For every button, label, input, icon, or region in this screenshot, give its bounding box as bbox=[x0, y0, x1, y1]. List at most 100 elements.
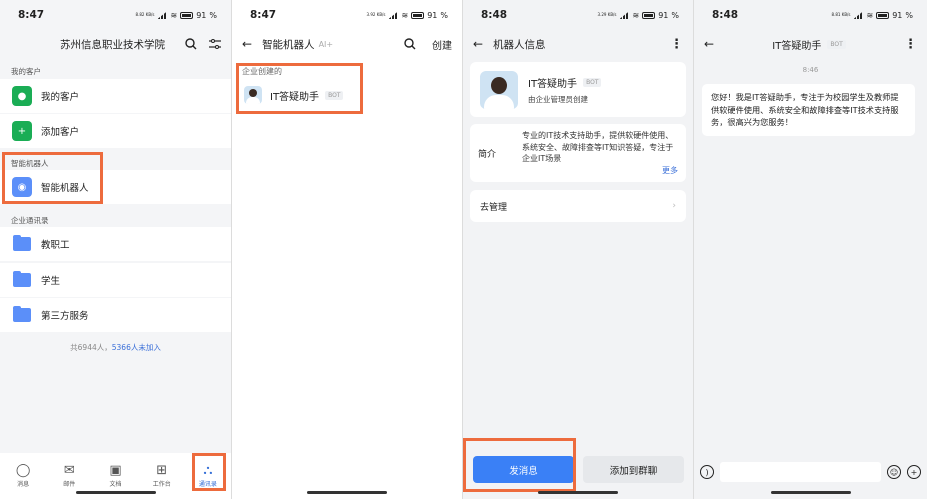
signal-icon bbox=[157, 11, 168, 19]
tab-label: 文档 bbox=[109, 481, 122, 488]
tab-mail[interactable]: ✉ 邮件 bbox=[46, 463, 92, 488]
member-total: 共6944人， bbox=[70, 343, 112, 352]
ai-plus-tag: AI+ bbox=[318, 39, 334, 49]
network-speed: 8.81 KB/s bbox=[831, 12, 851, 17]
page-title: 机器人信息 bbox=[493, 38, 546, 51]
tab-label: 邮件 bbox=[63, 481, 76, 488]
row-add-customer[interactable]: + 添加客户 bbox=[0, 114, 231, 148]
intro-card[interactable]: 简介 专业的IT技术支持助手，提供软硬件使用、系统安全、故障排查等IT知识答疑，… bbox=[470, 124, 686, 182]
back-arrow-icon[interactable]: ← bbox=[473, 37, 483, 51]
contacts-header: 苏州信息职业技术学院 bbox=[0, 30, 231, 58]
battery-percent-sign: % bbox=[209, 10, 217, 20]
signal-icon bbox=[619, 11, 630, 19]
folder-icon bbox=[13, 306, 31, 322]
battery-percent-sign: % bbox=[671, 10, 679, 20]
robot-info-screen: 8:48 3.29 KB/s ≋ 91% ← 机器人信息 ⋮ IT答疑助手 BO… bbox=[463, 0, 693, 499]
back-arrow-icon[interactable]: ← bbox=[242, 37, 252, 51]
message-input[interactable] bbox=[720, 462, 881, 482]
plus-icon[interactable]: + bbox=[907, 465, 921, 479]
home-indicator bbox=[538, 491, 618, 494]
chat-bubble-icon: ◯ bbox=[15, 463, 31, 478]
create-button[interactable]: 创建 bbox=[432, 37, 452, 52]
status-time: 8:47 bbox=[250, 9, 277, 21]
page-title: 智能机器人 bbox=[262, 38, 315, 51]
row-students[interactable]: 学生 bbox=[0, 263, 231, 297]
wechat-icon: ● bbox=[12, 86, 32, 106]
tab-messages[interactable]: ◯ 消息 bbox=[0, 463, 46, 488]
folder-icon bbox=[13, 271, 31, 287]
chat-header: ← IT答疑助手 BOT ⋮ bbox=[694, 30, 927, 58]
tab-docs[interactable]: ▣ 文档 bbox=[92, 463, 138, 488]
more-options-icon[interactable]: ⋮ bbox=[670, 37, 683, 52]
wifi-icon: ≋ bbox=[866, 10, 874, 20]
battery-level: 91 bbox=[196, 10, 207, 20]
mail-icon: ✉ bbox=[63, 463, 75, 478]
row-label: 学生 bbox=[41, 276, 61, 287]
row-smart-robot[interactable]: ◉ 智能机器人 bbox=[0, 170, 231, 204]
row-my-customers[interactable]: ● 我的客户 bbox=[0, 79, 231, 113]
document-icon: ▣ bbox=[109, 463, 122, 478]
bot-profile-text: IT答疑助手 BOT 由企业管理员创建 bbox=[528, 75, 602, 105]
search-icon[interactable] bbox=[185, 38, 197, 50]
org-chart-icon: ⛬ bbox=[203, 463, 213, 478]
wifi-icon: ≋ bbox=[401, 10, 409, 20]
row-label: 智能机器人 bbox=[41, 183, 89, 194]
home-indicator bbox=[770, 491, 851, 494]
robot-list-header: ← 智能机器人 AI+ 创建 bbox=[232, 30, 462, 58]
status-time: 8:48 bbox=[481, 9, 508, 21]
robot-list-screen: 8:47 3.92 KB/s ≋ 91% ← 智能机器人 AI+ 创建 企业创建… bbox=[232, 0, 462, 499]
bot-list-item[interactable]: IT答疑助手 BOT bbox=[232, 80, 462, 110]
battery-level: 91 bbox=[892, 10, 903, 20]
more-options-icon[interactable]: ⋮ bbox=[904, 37, 917, 52]
bot-badge: BOT bbox=[583, 77, 602, 87]
home-indicator bbox=[307, 491, 387, 494]
robot-info-header: ← 机器人信息 ⋮ bbox=[463, 30, 693, 58]
chevron-right-icon: › bbox=[672, 201, 676, 211]
row-label: 添加客户 bbox=[41, 127, 80, 138]
grid-icon: ⊞ bbox=[156, 463, 168, 478]
network-speed: 8.82 KB/s bbox=[135, 12, 155, 17]
tab-workbench[interactable]: ⊞ 工作台 bbox=[139, 463, 185, 488]
add-person-icon: + bbox=[12, 121, 32, 141]
section-customers: 我的客户 bbox=[11, 67, 41, 76]
battery-icon bbox=[411, 11, 425, 19]
battery-icon bbox=[642, 11, 656, 19]
home-indicator bbox=[75, 491, 156, 494]
row-third-party[interactable]: 第三方服务 bbox=[0, 298, 231, 332]
chat-input-bar: ) ☺ + bbox=[694, 458, 927, 486]
bot-badge: BOT bbox=[827, 39, 846, 49]
chat-screen: 8:48 8.81 KB/s ≋ 91% ← IT答疑助手 BOT ⋮ 8:46… bbox=[694, 0, 927, 499]
battery-icon bbox=[180, 11, 194, 19]
intro-label: 简介 bbox=[478, 149, 497, 160]
chat-title-wrap: IT答疑助手 BOT bbox=[714, 37, 904, 52]
battery-icon bbox=[876, 11, 890, 19]
battery-level: 91 bbox=[427, 10, 438, 20]
voice-icon[interactable]: ) bbox=[700, 465, 714, 479]
group-label: 企业创建的 bbox=[242, 67, 282, 76]
status-time: 8:47 bbox=[18, 9, 45, 21]
add-to-group-button[interactable]: 添加到群聊 bbox=[583, 456, 684, 483]
battery-percent-sign: % bbox=[905, 10, 913, 20]
row-faculty[interactable]: 教职工 bbox=[0, 227, 231, 261]
filter-icon[interactable] bbox=[209, 39, 221, 49]
tab-label: 通讯录 bbox=[198, 481, 217, 488]
intro-text-wrap: 专业的IT技术支持助手，提供软硬件使用、系统安全、故障排查等IT知识答疑，专注于… bbox=[522, 130, 678, 176]
manage-row[interactable]: 去管理 › bbox=[470, 190, 686, 222]
search-icon[interactable] bbox=[404, 38, 416, 50]
back-arrow-icon[interactable]: ← bbox=[704, 37, 714, 51]
folder-icon bbox=[13, 235, 31, 251]
row-label: 教职工 bbox=[41, 240, 70, 251]
send-message-button[interactable]: 发消息 bbox=[473, 456, 574, 483]
unjoined-link[interactable]: 5366人未加入 bbox=[112, 343, 161, 352]
emoji-icon[interactable]: ☺ bbox=[887, 465, 901, 479]
status-bar: 8:48 3.29 KB/s ≋ 91% bbox=[463, 0, 693, 30]
status-icons: 3.29 KB/s ≋ 91% bbox=[598, 11, 679, 20]
status-icons: 8.82 KB/s ≋ 91% bbox=[136, 11, 217, 20]
tab-contacts[interactable]: ⛬ 通讯录 bbox=[185, 463, 231, 488]
bot-badge: BOT bbox=[325, 90, 344, 100]
more-link[interactable]: 更多 bbox=[660, 164, 678, 176]
bot-avatar bbox=[244, 86, 262, 104]
row-label: 我的客户 bbox=[41, 92, 80, 103]
section-robots: 智能机器人 bbox=[11, 159, 49, 168]
network-speed: 3.29 KB/s bbox=[597, 12, 617, 17]
